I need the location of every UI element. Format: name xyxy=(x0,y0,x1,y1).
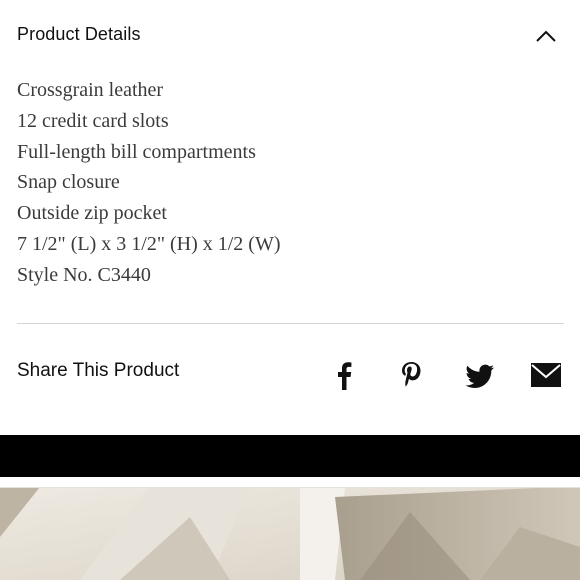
detail-item: Crossgrain leather xyxy=(17,79,164,101)
section-title: Product Details xyxy=(17,24,141,44)
email-icon[interactable] xyxy=(530,360,562,390)
detail-item: 7 1/2" (L) x 3 1/2" (H) x 1/2 (W) xyxy=(17,232,281,255)
product-details-header[interactable]: Product Details xyxy=(0,0,580,70)
black-banner xyxy=(0,435,580,477)
detail-item: Outside zip pocket xyxy=(17,202,167,225)
product-details-list: Crossgrain leather 12 credit card slots … xyxy=(17,76,281,292)
detail-item: 12 credit card slots xyxy=(17,109,169,132)
facebook-icon[interactable] xyxy=(334,360,354,390)
divider xyxy=(17,323,564,324)
twitter-icon[interactable] xyxy=(464,360,496,390)
share-label: Share This Product xyxy=(17,360,180,381)
detail-item: Snap closure xyxy=(17,171,120,194)
detail-item: Full-length bill compartments xyxy=(17,140,256,163)
pinterest-icon[interactable] xyxy=(398,360,424,390)
detail-item: Style No. C3440 xyxy=(17,263,151,286)
chevron-up-icon[interactable] xyxy=(532,24,560,48)
product-photo xyxy=(0,487,580,580)
